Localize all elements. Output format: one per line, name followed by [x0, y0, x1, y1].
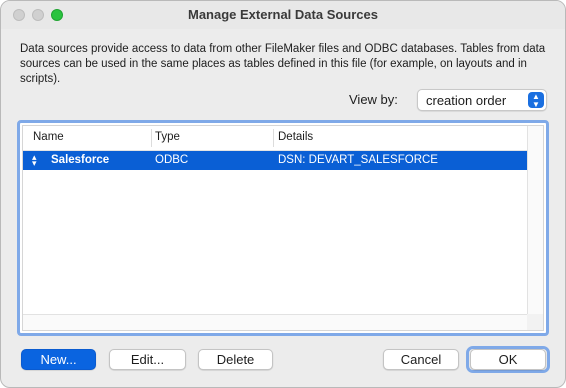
chevron-updown-icon: ▲ ▼ [528, 92, 544, 109]
row-details: DSN: DEVART_SALESFORCE [278, 154, 438, 166]
window-title: Manage External Data Sources [187, 7, 379, 22]
cancel-button[interactable]: Cancel [383, 349, 459, 370]
column-divider[interactable] [151, 129, 152, 147]
column-header-name[interactable]: Name [33, 131, 64, 143]
column-header-details[interactable]: Details [278, 131, 313, 143]
description-text: Data sources provide access to data from… [20, 43, 546, 85]
data-sources-table[interactable]: Name Type Details ▴ ▾ Salesforce ODBC DSN… [22, 125, 544, 331]
data-sources-table-focus: Name Type Details ▴ ▾ Salesforce ODBC DSN… [17, 120, 549, 336]
table-header: Name Type Details [23, 126, 532, 151]
horizontal-scrollbar[interactable] [23, 314, 532, 330]
edit-button[interactable]: Edit... [109, 349, 186, 370]
row-type: ODBC [155, 154, 189, 166]
column-header-type[interactable]: Type [155, 131, 180, 143]
row-name: Salesforce [51, 154, 110, 166]
delete-button[interactable]: Delete [198, 349, 273, 370]
column-divider[interactable] [273, 129, 274, 147]
vertical-scrollbar[interactable] [527, 126, 543, 316]
view-by-selected-value: creation order [426, 93, 507, 108]
view-by-label: View by: [349, 92, 398, 107]
view-by-select[interactable]: creation order ▲ ▼ [417, 89, 547, 111]
ok-button[interactable]: OK [470, 349, 546, 370]
table-row[interactable]: ▴ ▾ Salesforce ODBC DSN: DEVART_SALESFORC… [23, 151, 532, 170]
scrollbar-corner [527, 314, 543, 330]
drag-handle-icon[interactable]: ▴ ▾ [32, 153, 37, 168]
title-bar[interactable]: Manage External Data Sources [1, 1, 565, 29]
new-button[interactable]: New... [21, 349, 96, 370]
dialog-window: Manage External Data Sources Data source… [0, 0, 566, 388]
